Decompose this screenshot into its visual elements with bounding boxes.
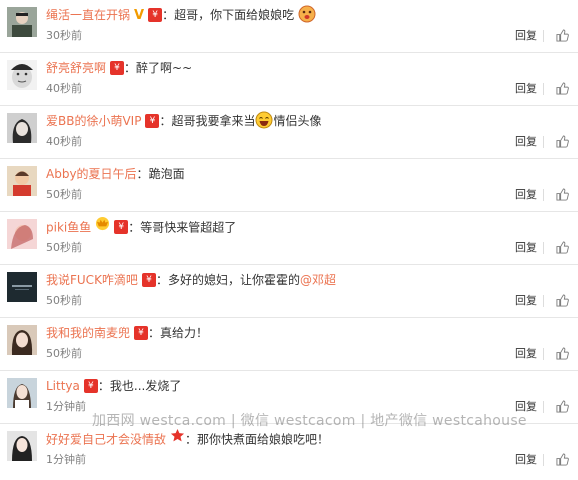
colon: ： <box>136 167 149 181</box>
divider <box>543 295 544 307</box>
divider <box>543 83 544 95</box>
avatar[interactable] <box>7 113 37 143</box>
username-link[interactable]: 绳活一直在开锅 <box>46 8 130 22</box>
reply-button[interactable]: 回复 <box>515 28 537 44</box>
avatar[interactable] <box>7 166 37 196</box>
comment-time: 1分钟前 <box>46 400 86 413</box>
reply-button[interactable]: 回复 <box>515 346 537 362</box>
username-link[interactable]: Littya <box>46 379 80 393</box>
comment-text-before: 超哥我要拿来当 <box>171 114 256 128</box>
thumb-up-icon[interactable] <box>556 188 569 201</box>
reply-button[interactable]: 回复 <box>515 293 537 309</box>
username-link[interactable]: 我和我的南麦兜 <box>46 326 130 340</box>
comment-text: 我也...发烧了 <box>109 379 182 393</box>
reply-button[interactable]: 回复 <box>515 134 537 150</box>
thumb-up-icon[interactable] <box>556 241 569 254</box>
red-envelope-badge-icon <box>134 325 149 340</box>
divider <box>543 136 544 148</box>
username-link[interactable]: 好好爱自己才会没情敌 <box>46 433 166 447</box>
comment-item: 绳活一直在开锅 V ：超哥，你下面给娘娘吃 30秒前 回复 <box>0 0 578 53</box>
comment-text: 超哥，你下面给娘娘吃 <box>174 8 295 22</box>
colon: ： <box>97 379 110 393</box>
username-link[interactable]: piki鱼鱼 <box>46 221 91 235</box>
comment-item: 爱BB的徐小萌VIP ：超哥我要拿来当 情侣头像 40秒前 回复 <box>0 106 578 159</box>
star-badge-icon <box>170 428 185 450</box>
comment-text: 等哥快来管超超了 <box>140 220 237 235</box>
divider <box>543 30 544 42</box>
comment-list: 绳活一直在开锅V：超哥，你下面给娘娘吃 30秒前 回复 舒亮舒亮啊：醉了啊~~ … <box>0 0 578 477</box>
reply-button[interactable]: 回复 <box>515 187 537 203</box>
thumb-up-icon[interactable] <box>556 135 569 148</box>
comment-time: 50秒前 <box>46 347 82 360</box>
username-link[interactable]: 舒亮舒亮啊 <box>46 61 106 75</box>
avatar[interactable] <box>7 272 37 302</box>
star-badge-icon <box>95 216 110 238</box>
reply-button[interactable]: 回复 <box>515 81 537 97</box>
comment-text: 跪泡面 <box>148 167 185 181</box>
wow-emoji-icon <box>298 5 316 25</box>
comment-item: 好好爱自己才会没情敌 ：那你快煮面给娘娘吃吧！ 1分钟前 回复 <box>0 424 578 477</box>
divider <box>543 242 544 254</box>
comment-item: 我说FUCK咋滴吧 ：多好的媳妇，让你霍霍的@邓超 50秒前 回复 <box>0 265 578 318</box>
comment-text: 醉了啊~~ <box>136 61 193 75</box>
comment-time: 50秒前 <box>46 294 82 307</box>
thumb-up-icon[interactable] <box>556 453 569 466</box>
laughing-emoji-icon <box>255 111 273 128</box>
red-envelope-badge-icon <box>110 60 125 75</box>
divider <box>543 454 544 466</box>
divider <box>543 348 544 360</box>
colon: ： <box>162 8 175 22</box>
avatar[interactable] <box>7 325 37 355</box>
thumb-up-icon[interactable] <box>556 400 569 413</box>
colon: ： <box>159 114 172 128</box>
comment-item: Abby的夏日午后：跪泡面 50秒前 回复 <box>0 159 578 212</box>
colon: ： <box>128 220 141 235</box>
comment-time: 1分钟前 <box>46 453 86 466</box>
colon: ： <box>148 326 161 340</box>
comment-text: 那你快煮面给娘娘吃吧！ <box>197 432 330 447</box>
avatar[interactable] <box>7 431 37 461</box>
reply-button[interactable]: 回复 <box>515 452 537 468</box>
divider <box>543 189 544 201</box>
avatar[interactable] <box>7 7 37 37</box>
avatar[interactable] <box>7 60 37 90</box>
comment-item: 舒亮舒亮啊 ：醉了啊~~ 40秒前 回复 <box>0 53 578 106</box>
comment-time: 30秒前 <box>46 29 82 42</box>
red-envelope-badge-icon <box>141 272 156 287</box>
thumb-up-icon[interactable] <box>556 29 569 42</box>
colon: ： <box>185 432 198 447</box>
comment-text: 真给力！ <box>160 326 209 340</box>
mention-link[interactable]: @邓超 <box>300 273 336 287</box>
colon: ： <box>124 61 137 75</box>
thumb-up-icon[interactable] <box>556 82 569 95</box>
avatar[interactable] <box>7 219 37 249</box>
comment-item: piki鱼鱼 ：等哥快来管超超了 50秒前 回复 <box>0 212 578 265</box>
reply-button[interactable]: 回复 <box>515 240 537 256</box>
colon: ： <box>155 273 168 287</box>
comment-time: 40秒前 <box>46 135 82 148</box>
divider <box>543 401 544 413</box>
thumb-up-icon[interactable] <box>556 294 569 307</box>
username-link[interactable]: Abby的夏日午后 <box>46 167 137 181</box>
comment-time: 50秒前 <box>46 188 82 201</box>
comment-time: 50秒前 <box>46 241 82 254</box>
comment-item: Littya ：我也...发烧了 1分钟前 回复 <box>0 371 578 424</box>
avatar[interactable] <box>7 378 37 408</box>
thumb-up-icon[interactable] <box>556 347 569 360</box>
comment-text: 多好的媳妇，让你霍霍的 <box>167 273 300 287</box>
red-envelope-badge-icon <box>114 220 129 234</box>
red-envelope-badge-icon <box>83 378 98 393</box>
comment-time: 40秒前 <box>46 82 82 95</box>
comment-text-after: 情侣头像 <box>273 114 322 128</box>
verified-v-icon: V <box>134 7 145 23</box>
comment-item: 我和我的南麦兜 ：真给力！ 50秒前 回复 <box>0 318 578 371</box>
reply-button[interactable]: 回复 <box>515 399 537 415</box>
username-link[interactable]: 我说FUCK咋滴吧 <box>46 273 138 287</box>
red-envelope-badge-icon <box>145 113 160 128</box>
red-envelope-badge-icon <box>148 7 163 22</box>
username-link[interactable]: 爱BB的徐小萌VIP <box>46 114 141 128</box>
